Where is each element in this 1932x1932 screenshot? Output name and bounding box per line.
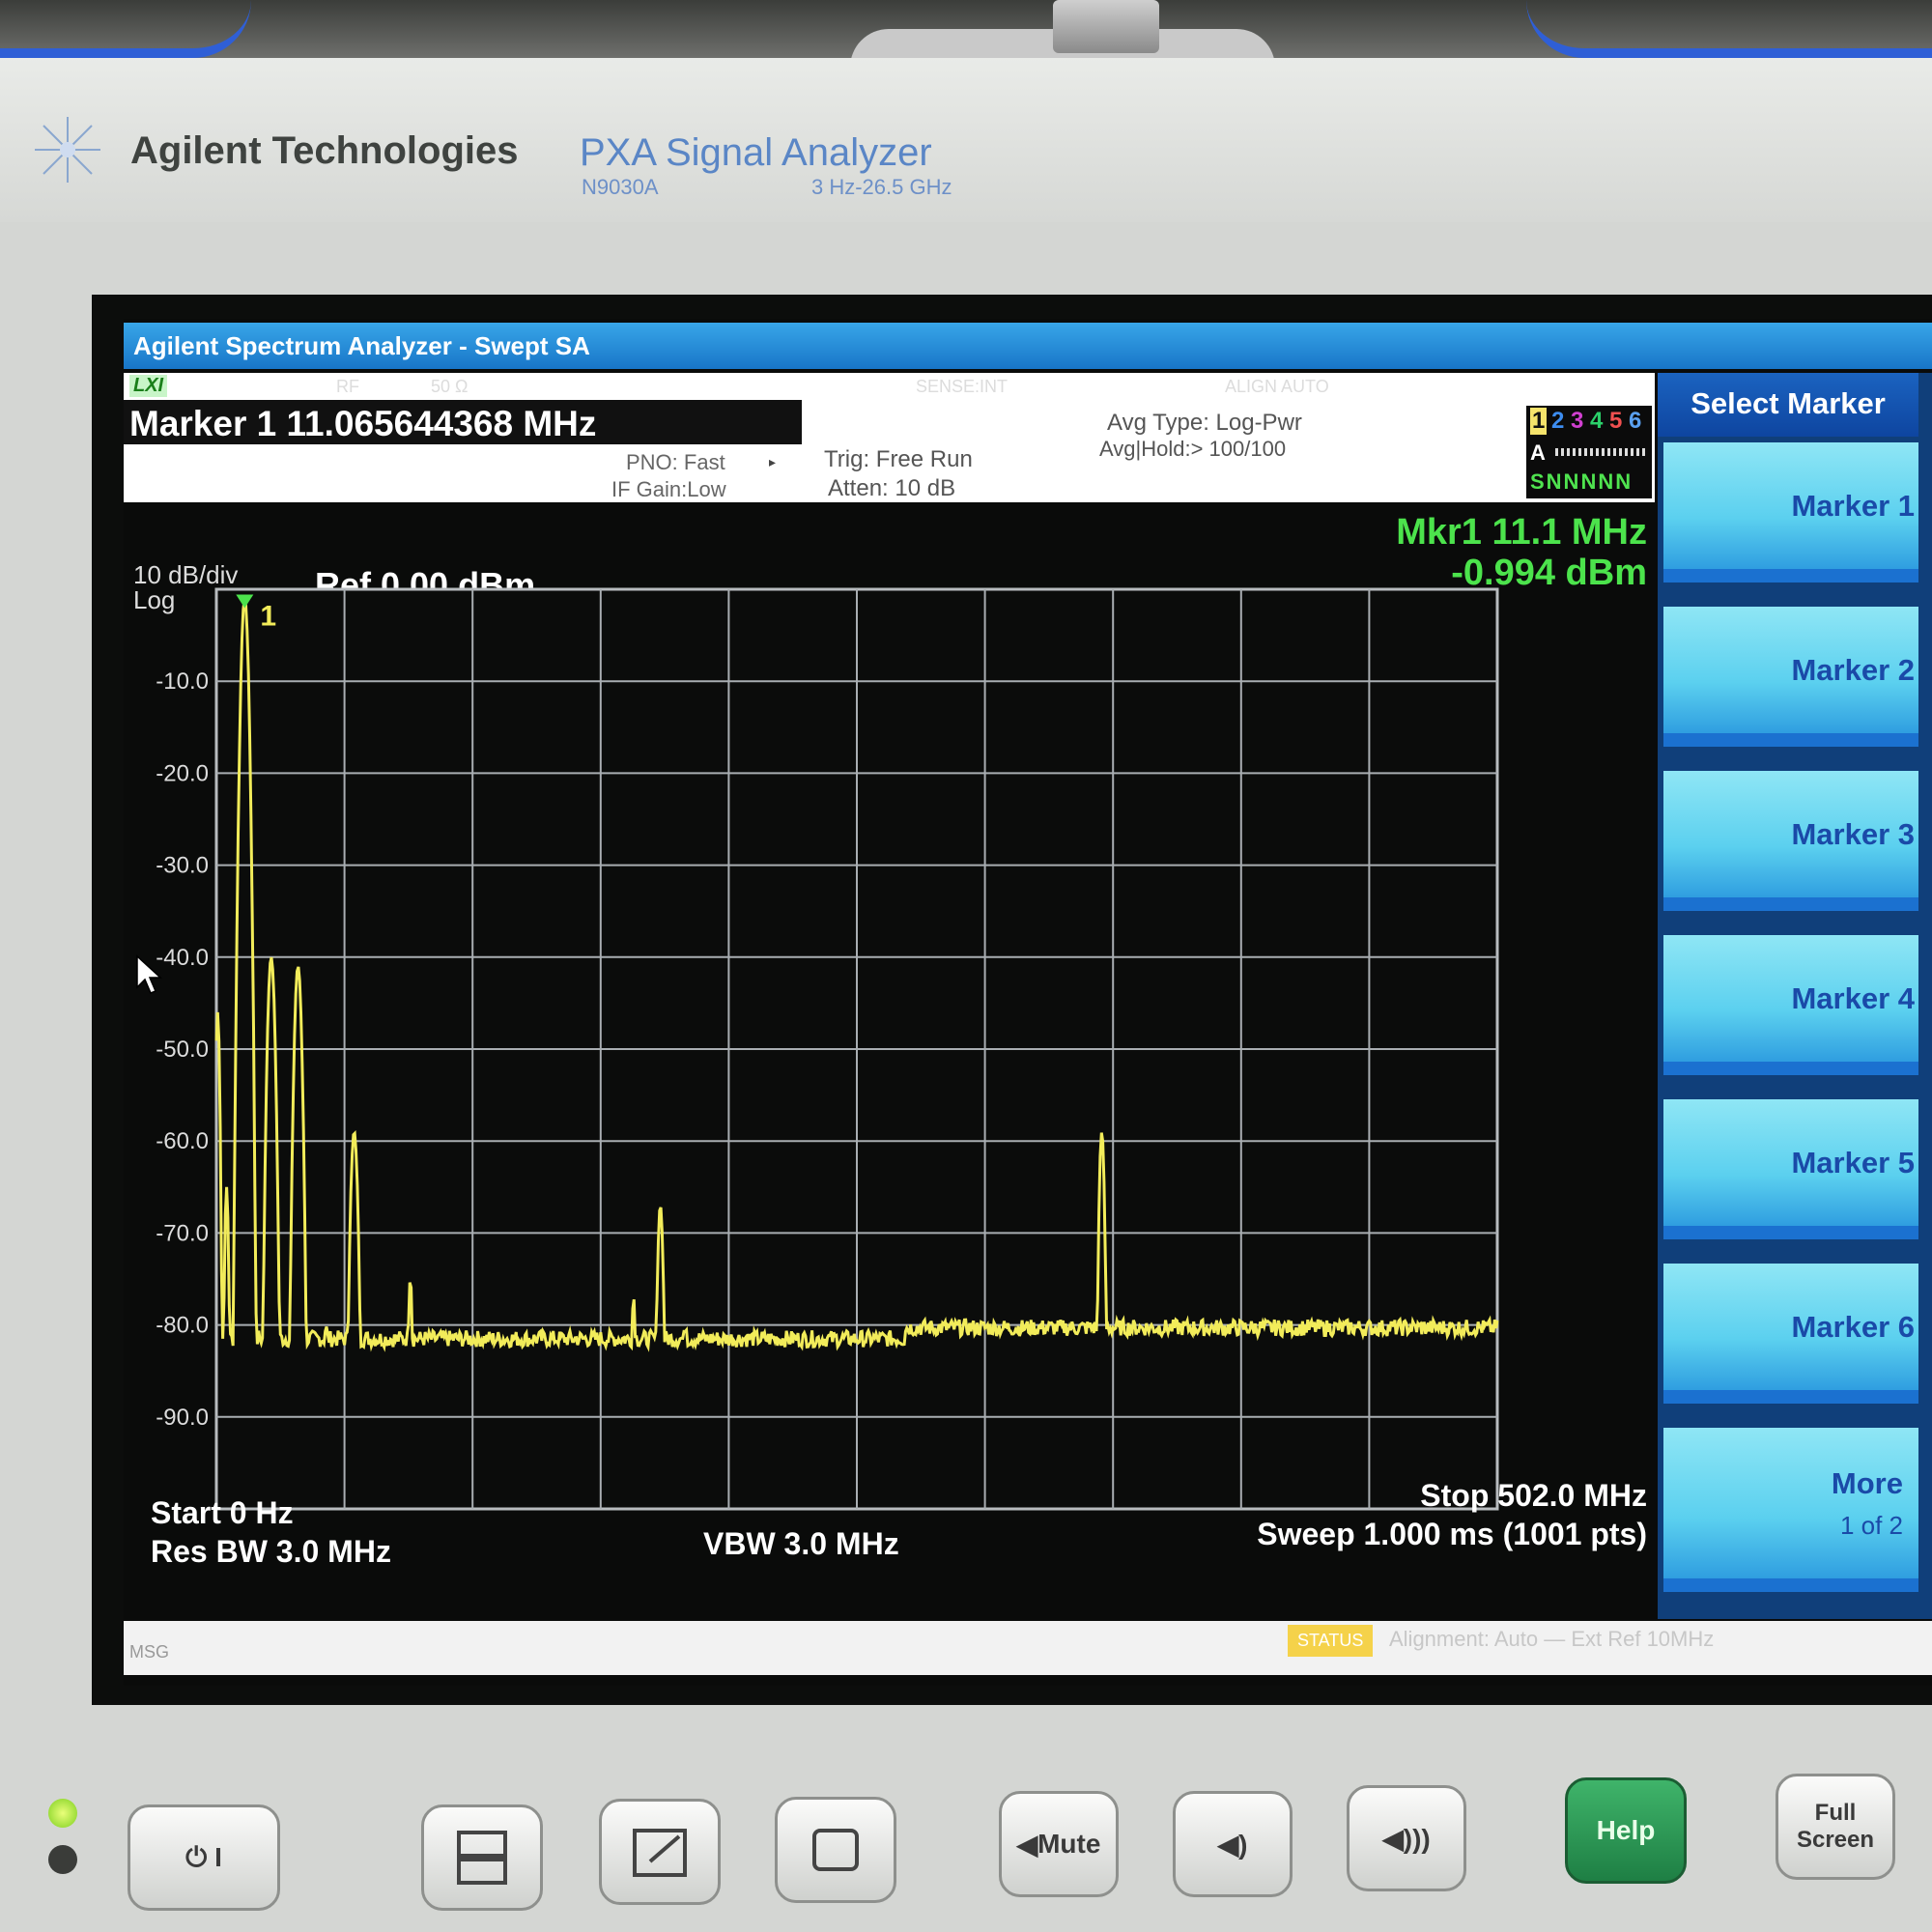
- settings-panel: LXI RF 50 Ω SENSE:INT ALIGN AUTO Marker …: [124, 373, 1655, 502]
- trace-number: 3: [1571, 408, 1584, 434]
- status-label[interactable]: STATUS: [1288, 1625, 1374, 1657]
- volume-up-button[interactable]: ◀))): [1347, 1785, 1466, 1891]
- agilent-spark-logo: [35, 117, 100, 183]
- softkey-more[interactable]: More 1 of 2: [1663, 1428, 1918, 1592]
- impedance-label: 50 Ω: [431, 377, 469, 396]
- top-strip: [0, 0, 1932, 68]
- if-gain-setting: IF Gain:Low: [611, 477, 726, 501]
- softkey-marker-6[interactable]: Marker 6: [1663, 1264, 1918, 1404]
- marker-frequency: Marker 1 11.065644368 MHz: [129, 404, 597, 443]
- lxi-badge: LXI: [129, 375, 168, 397]
- trace-number: 4: [1590, 408, 1604, 434]
- power-led: [48, 1799, 77, 1828]
- average-type: Avg Type: Log-Pwr: [1107, 410, 1302, 436]
- softkey-panel: Select Marker Marker 1 Marker 2 Marker 3…: [1658, 373, 1932, 1619]
- softkey-marker-3[interactable]: Marker 3: [1663, 771, 1918, 911]
- y-tick-label: -70.0: [156, 1220, 209, 1246]
- trace-wave-icon: [1555, 448, 1648, 456]
- status-bar: MSG STATUS Alignment: Auto — Ext Ref 10M…: [124, 1621, 1932, 1675]
- sweep-time: Sweep 1.000 ms (1001 pts): [1257, 1517, 1647, 1551]
- trigger-setting: Trig: Free Run: [824, 446, 973, 472]
- spectrum-graph[interactable]: -10.0 -20.0 -30.0 -40.0 -50.0 -60.0 -70.0 -80.0…: [124, 502, 1655, 1618]
- mute-button[interactable]: ◀ Mute: [999, 1791, 1119, 1897]
- active-marker-readout[interactable]: Marker 1 11.065644368 MHz: [124, 400, 802, 444]
- message-label: MSG: [129, 1642, 170, 1662]
- y-tick-label: -10.0: [156, 668, 209, 695]
- volume-down-icon: ◀): [1217, 1829, 1248, 1860]
- volume-down-button[interactable]: ◀): [1173, 1791, 1293, 1897]
- window-layout-icon: [457, 1831, 507, 1885]
- frequency-range: 3 Hz-26.5 GHz: [811, 175, 952, 199]
- average-hold: Avg|Hold:> 100/100: [1099, 437, 1287, 461]
- attenuation-setting: Atten: 10 dB: [828, 475, 956, 501]
- window-titlebar: Agilent Spectrum Analyzer - Swept SA: [124, 323, 1932, 369]
- speaker-icon: ◀: [1016, 1829, 1038, 1860]
- softkey-marker-1[interactable]: Marker 1: [1663, 442, 1918, 582]
- blue-cable: [0, 0, 251, 58]
- trace-number: 6: [1629, 408, 1642, 434]
- softkey-menu-title: Select Marker: [1658, 373, 1918, 437]
- y-tick-label: -40.0: [156, 945, 209, 971]
- model-number: N9030A: [582, 175, 659, 199]
- blue-cable: [1526, 0, 1932, 58]
- trace-indicator: 1 2 3 4 5 6 A SNNNNN: [1526, 406, 1652, 498]
- trace-detectors: SNNNNN: [1530, 469, 1634, 494]
- y-tick-label: -60.0: [156, 1128, 209, 1154]
- sense-label: SENSE:INT: [916, 377, 1009, 396]
- trace-number: 2: [1551, 408, 1565, 434]
- power-button[interactable]: ⏻ I: [128, 1804, 280, 1911]
- trace-number: 1: [1530, 408, 1548, 435]
- trace-number: 5: [1609, 408, 1623, 434]
- y-tick-label: -30.0: [156, 853, 209, 879]
- window-select-button[interactable]: [421, 1804, 543, 1911]
- y-tick-label: -80.0: [156, 1313, 209, 1339]
- next-window-button[interactable]: [775, 1797, 896, 1903]
- y-tick-label: -50.0: [156, 1037, 209, 1063]
- analyzer-screen: Agilent Spectrum Analyzer - Swept SA LXI…: [124, 319, 1932, 1686]
- video-bandwidth: VBW 3.0 MHz: [703, 1526, 899, 1561]
- softkey-marker-2[interactable]: Marker 2: [1663, 607, 1918, 747]
- next-window-icon: [812, 1829, 859, 1871]
- start-frequency: Start 0 Hz: [151, 1495, 294, 1530]
- help-button[interactable]: Help: [1565, 1777, 1687, 1884]
- pno-setting: PNO: Fast: [626, 450, 725, 474]
- y-tick-label: -90.0: [156, 1405, 209, 1431]
- marker-1-tag: 1: [260, 600, 276, 632]
- softkey-marker-5[interactable]: Marker 5: [1663, 1099, 1918, 1239]
- align-label: ALIGN AUTO: [1225, 377, 1329, 396]
- softkey-marker-4[interactable]: Marker 4: [1663, 935, 1918, 1075]
- stop-frequency: Stop 502.0 MHz: [1420, 1478, 1647, 1513]
- zoom-window-icon: [633, 1829, 687, 1877]
- standby-led: [48, 1845, 77, 1874]
- trace-type: A: [1530, 440, 1546, 465]
- full-screen-button[interactable]: Full Screen: [1776, 1774, 1895, 1880]
- volume-up-icon: ◀))): [1382, 1823, 1431, 1854]
- plot-area: 10 dB/div Log Ref 0.00 dBm Mkr1 11.1 MHz…: [124, 502, 1655, 1618]
- model-name: PXA Signal Analyzer: [580, 131, 932, 174]
- rf-connector: [1053, 0, 1159, 53]
- status-text: Alignment: Auto — Ext Ref 10MHz: [1389, 1627, 1715, 1651]
- y-tick-label: -20.0: [156, 760, 209, 786]
- arrow-right-icon: ▸: [769, 454, 777, 469]
- window-title: Agilent Spectrum Analyzer - Swept SA: [133, 331, 590, 360]
- zoom-button[interactable]: [599, 1799, 721, 1905]
- brand-name: Agilent Technologies: [130, 129, 519, 172]
- resolution-bandwidth: Res BW 3.0 MHz: [151, 1534, 391, 1569]
- rf-label: RF: [336, 377, 359, 396]
